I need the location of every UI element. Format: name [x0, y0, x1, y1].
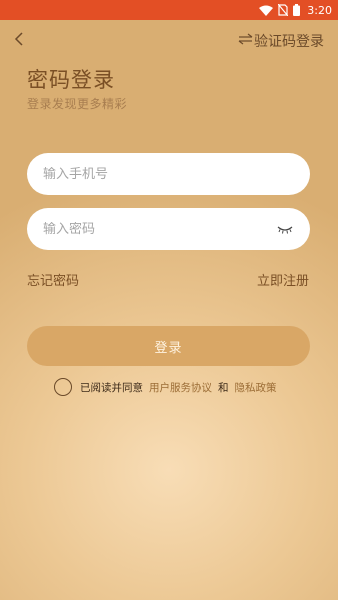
forgot-password-link[interactable]: 忘记密码: [27, 270, 79, 289]
agreement-checkbox[interactable]: [54, 378, 72, 396]
no-sim-icon: [278, 4, 289, 16]
agreement-and: 和: [218, 381, 229, 394]
switch-to-sms-login[interactable]: 验证码登录: [238, 31, 324, 51]
phone-input[interactable]: [43, 166, 294, 182]
page-subtitle: 登录发现更多精彩: [27, 97, 128, 111]
register-link[interactable]: 立即注册: [257, 270, 309, 289]
phone-field[interactable]: [27, 153, 310, 195]
wifi-icon: [259, 5, 274, 16]
password-field[interactable]: [27, 208, 310, 250]
chevron-left-icon: [14, 31, 24, 50]
swap-arrows-icon: [238, 33, 253, 49]
agreement-prefix: 已阅读并同意: [80, 381, 143, 394]
switch-label: 验证码登录: [254, 34, 324, 50]
clock: 3:20: [307, 3, 332, 17]
eye-closed-icon[interactable]: [276, 224, 294, 234]
login-button[interactable]: 登录: [27, 326, 310, 366]
back-button[interactable]: [9, 30, 29, 50]
privacy-link[interactable]: 隐私政策: [235, 380, 277, 395]
page-title: 密码登录: [27, 68, 115, 92]
status-bar: 3:20: [0, 0, 338, 20]
terms-link[interactable]: 用户服务协议: [149, 380, 212, 395]
agreement-row: 已阅读并同意 用户服务协议 和 隐私政策: [54, 378, 277, 396]
password-input[interactable]: [43, 221, 276, 237]
battery-icon: [293, 4, 301, 16]
